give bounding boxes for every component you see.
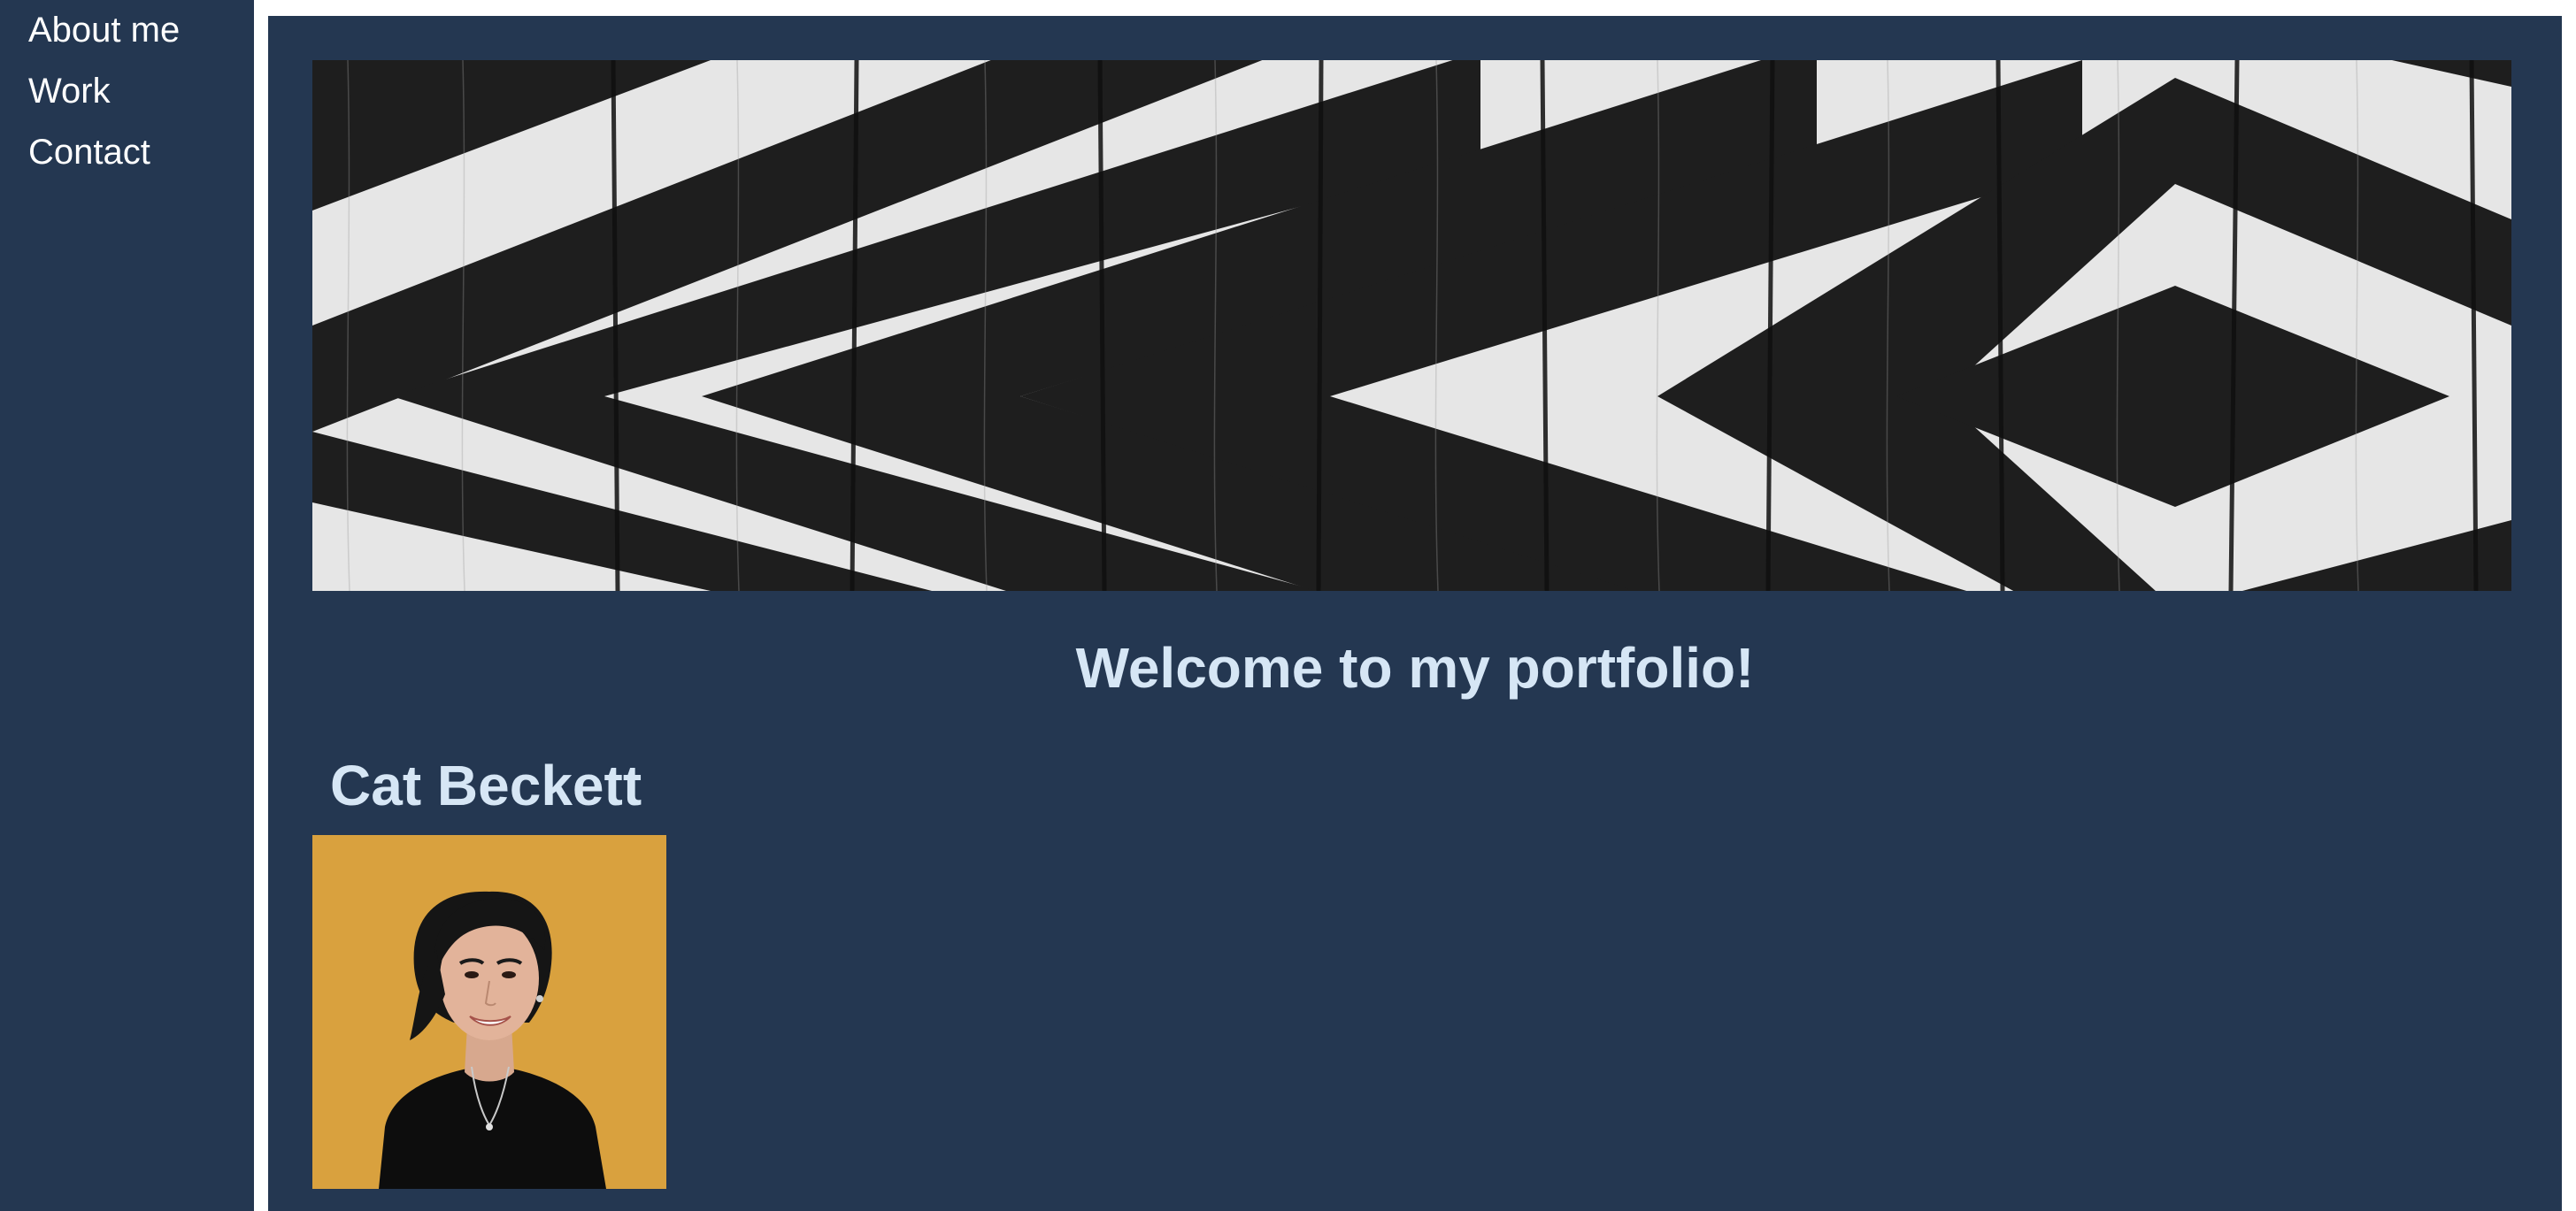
name-heading: Cat Beckett	[330, 754, 642, 817]
nav-link-work[interactable]: Work	[28, 72, 111, 111]
welcome-heading: Welcome to my portfolio!	[1075, 636, 1755, 700]
main-content: Welcome to my portfolio! Cat Beckett	[268, 16, 2562, 1211]
nav-link-contact[interactable]: Contact	[28, 133, 150, 172]
sidebar-nav: About me Work Contact	[0, 0, 256, 1211]
portrait-image	[312, 835, 666, 1189]
banner-image	[312, 60, 2511, 591]
nav-link-about[interactable]: About me	[28, 11, 180, 50]
